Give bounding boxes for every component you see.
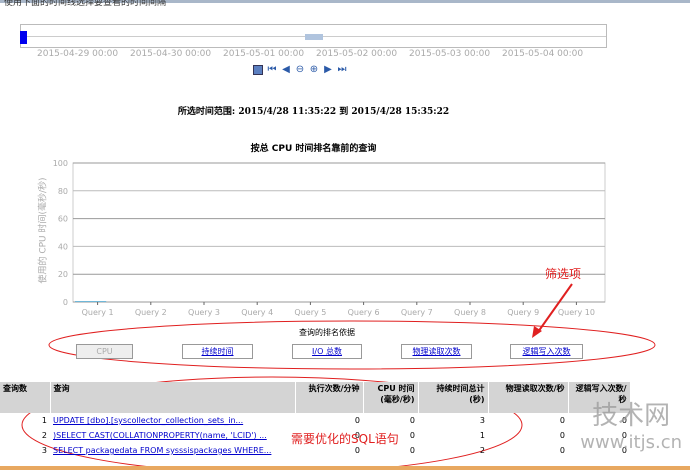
query-link[interactable]: SELECT packagedata FROM sysssispackages … xyxy=(53,446,271,455)
cell: 1 xyxy=(479,431,485,440)
rank-io-button[interactable]: I/O 总数 xyxy=(292,344,362,359)
query-cell: UPDATE [dbo].[syscollector_collection_se… xyxy=(50,413,295,428)
rank-physical-reads-button[interactable]: 物理读取次数 xyxy=(401,344,472,359)
query-cell: SELECT packagedata FROM sysssispackages … xyxy=(50,443,295,458)
sql-annotation: 需要优化的SQL语句 xyxy=(291,432,399,446)
cell: 2 xyxy=(41,431,47,440)
watermark-logo: 技术网 xyxy=(592,401,671,431)
rank-duration-button[interactable]: 持续时间 xyxy=(182,344,253,359)
col-duration[interactable]: 持续时间总计 (秒) xyxy=(418,382,489,413)
cell: 0 xyxy=(559,431,565,440)
rank-logical-writes-button[interactable]: 逻辑写入次数 xyxy=(510,344,583,359)
query-cell: )SELECT CAST(COLLATIONPROPERTY(name, 'LC… xyxy=(50,428,295,443)
col-query[interactable]: 查询 xyxy=(50,382,296,413)
col-query-num[interactable]: 查询数 xyxy=(0,382,51,413)
watermark: 技术网 www.itjs.cn xyxy=(580,395,682,453)
cell: 2 xyxy=(479,446,485,455)
col-cpu[interactable]: CPU 时间 (毫秒/秒) xyxy=(363,382,419,413)
cell: 0 xyxy=(354,416,360,425)
cell: 3 xyxy=(479,416,485,425)
cell: 0 xyxy=(559,446,565,455)
cell: 0 xyxy=(409,416,415,425)
rank-cpu-button[interactable]: CPU xyxy=(76,344,133,359)
watermark-url: www.itjs.cn xyxy=(580,432,682,453)
filter-annotation: 筛选项 xyxy=(545,267,582,281)
ranking-label: 查询的排名依据 xyxy=(299,328,355,337)
query-link[interactable]: UPDATE [dbo].[syscollector_collection_se… xyxy=(53,416,243,425)
bottom-bar xyxy=(0,466,690,470)
cell: 0 xyxy=(559,416,565,425)
arrow-line xyxy=(537,283,573,333)
col-physical-reads[interactable]: 物理读取次数/秒 xyxy=(488,382,569,413)
query-link[interactable]: )SELECT CAST(COLLATIONPROPERTY(name, 'LC… xyxy=(53,431,267,440)
table-row: 1 UPDATE [dbo].[syscollector_collection_s… xyxy=(0,413,630,428)
col-executions[interactable]: 执行次数/分钟 xyxy=(295,382,364,413)
cell: 1 xyxy=(41,416,47,425)
cell: 3 xyxy=(41,446,47,455)
